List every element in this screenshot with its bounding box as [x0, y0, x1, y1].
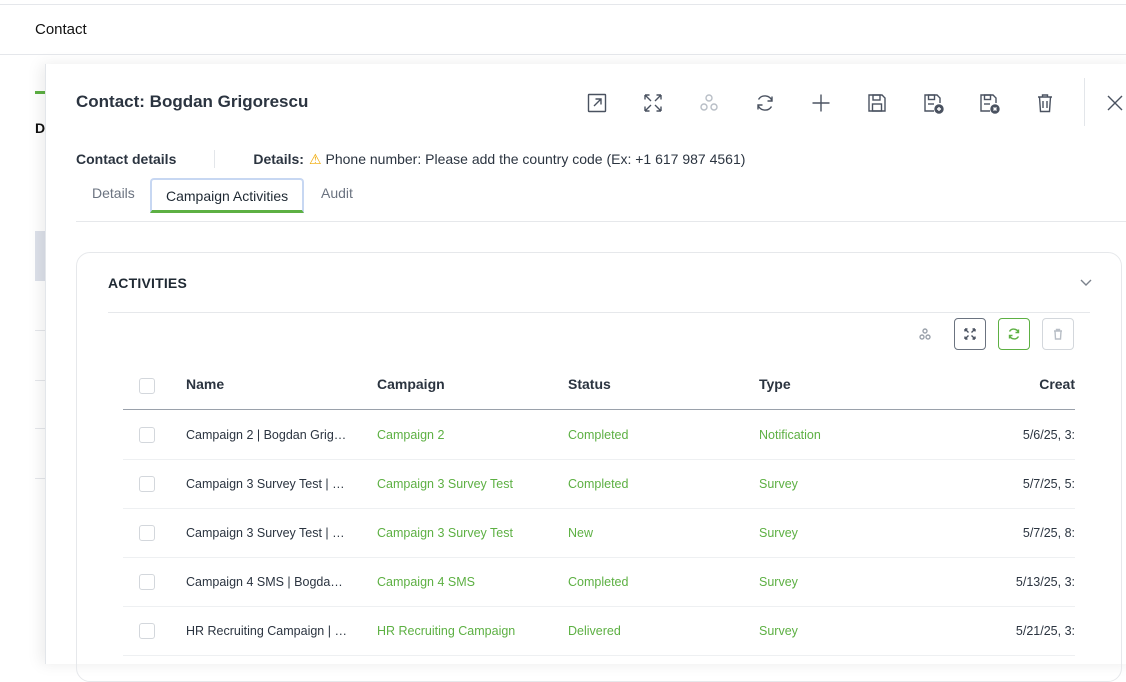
chevron-down-icon [1080, 279, 1092, 286]
collapse-toggle[interactable] [1079, 275, 1093, 289]
row-type-link[interactable]: Survey [759, 526, 798, 540]
row-checkbox[interactable] [139, 476, 155, 492]
delete-icon [1054, 328, 1062, 340]
row-campaign-link[interactable]: Campaign 3 Survey Test [377, 477, 513, 491]
row-campaign-link[interactable]: HR Recruiting Campaign [377, 624, 515, 638]
row-campaign-link[interactable]: Campaign 2 [377, 428, 444, 442]
grid-refresh-button[interactable] [998, 318, 1030, 350]
contact-panel: Contact: Bogdan Grigorescu Contact detai… [45, 64, 1126, 682]
background-heading-fragment: D [35, 120, 46, 136]
tab-bar: Details Campaign Activities Audit [76, 178, 1126, 222]
save-new-icon [924, 94, 944, 114]
column-header-created[interactable]: Creat [1039, 376, 1075, 392]
row-name: HR Recruiting Campaign | … [186, 624, 347, 638]
add-button[interactable] [808, 90, 834, 116]
activities-title: ACTIVITIES [108, 275, 188, 291]
page-title: Contact [35, 21, 87, 38]
delete-button[interactable] [1032, 90, 1058, 116]
column-header-status[interactable]: Status [568, 376, 611, 392]
tab-campaign-activities[interactable]: Campaign Activities [150, 178, 305, 213]
select-all-checkbox[interactable] [139, 378, 155, 394]
row-type-link[interactable]: Survey [759, 575, 798, 589]
row-campaign-link[interactable]: Campaign 4 SMS [377, 575, 475, 589]
hierarchy-icon [919, 328, 931, 340]
save-icon [868, 94, 886, 112]
open-external-icon [587, 93, 607, 113]
row-checkbox[interactable] [139, 525, 155, 541]
details-label: Details: [253, 151, 304, 167]
save-close-button[interactable] [976, 90, 1002, 116]
activities-card: ACTIVITIES Name Campaign Status Type Cre… [76, 252, 1122, 682]
grid-delete-button[interactable] [1042, 318, 1074, 350]
table-row[interactable]: Campaign 4 SMS | Bogda… Campaign 4 SMS C… [123, 558, 1075, 607]
table-row[interactable]: HR Recruiting Campaign | … HR Recruiting… [123, 607, 1075, 656]
refresh-icon [757, 95, 773, 111]
column-header-type[interactable]: Type [759, 376, 791, 392]
open-external-button[interactable] [584, 90, 610, 116]
row-checkbox[interactable] [139, 574, 155, 590]
row-name: Campaign 4 SMS | Bogda… [186, 575, 343, 589]
row-type-link[interactable]: Survey [759, 477, 798, 491]
card-header-divider [108, 312, 1090, 313]
contact-details-label: Contact details [76, 151, 177, 167]
header-divider [0, 54, 1126, 55]
hierarchy-button[interactable] [696, 90, 722, 116]
close-button[interactable] [1102, 90, 1126, 116]
column-header-name[interactable]: Name [186, 376, 224, 392]
row-status-link[interactable]: Delivered [568, 624, 621, 638]
tab-audit[interactable]: Audit [321, 185, 353, 201]
top-divider [0, 4, 1126, 5]
column-header-campaign[interactable]: Campaign [377, 376, 445, 392]
refresh-icon [1008, 328, 1020, 340]
table-row[interactable]: Campaign 3 Survey Test | … Campaign 3 Su… [123, 509, 1075, 558]
save-new-button[interactable] [920, 90, 946, 116]
table-row[interactable]: Campaign 2 | Bogdan Grig… Campaign 2 Com… [123, 411, 1075, 460]
row-name: Campaign 3 Survey Test | … [186, 526, 345, 540]
save-button[interactable] [864, 90, 890, 116]
row-created: 5/21/25, 3: [1015, 624, 1075, 638]
tab-details[interactable]: Details [92, 185, 135, 201]
expand-button[interactable] [640, 90, 666, 116]
row-checkbox[interactable] [139, 623, 155, 639]
hierarchy-icon [700, 94, 718, 111]
row-created: 5/7/25, 8: [1022, 526, 1075, 540]
row-type-link[interactable]: Survey [759, 624, 798, 638]
row-name: Campaign 2 | Bogdan Grig… [186, 428, 347, 442]
details-warning-message: Phone number: Please add the country cod… [325, 151, 746, 167]
row-campaign-link[interactable]: Campaign 3 Survey Test [377, 526, 513, 540]
toolbar-separator [1084, 78, 1085, 126]
details-separator [214, 150, 216, 168]
close-icon [1107, 95, 1123, 111]
row-status-link[interactable]: Completed [568, 575, 628, 589]
row-name: Campaign 3 Survey Test | … [186, 477, 345, 491]
save-close-icon [980, 94, 1000, 114]
grid-expand-button[interactable] [954, 318, 986, 350]
row-status-link[interactable]: Completed [568, 428, 628, 442]
expand-icon [964, 328, 976, 340]
panel-title: Contact: Bogdan Grigorescu [76, 92, 309, 111]
expand-icon [644, 94, 662, 112]
row-type-link[interactable]: Notification [759, 428, 821, 442]
row-created: 5/6/25, 3: [1022, 428, 1075, 442]
add-icon [812, 94, 830, 112]
refresh-button[interactable] [752, 90, 778, 116]
grid-hierarchy-button[interactable] [909, 318, 941, 350]
table-row[interactable]: Campaign 3 Survey Test | … Campaign 3 Su… [123, 460, 1075, 509]
delete-icon [1038, 94, 1052, 113]
row-created: 5/7/25, 5: [1022, 477, 1075, 491]
row-created: 5/13/25, 3: [1015, 575, 1075, 589]
table-header: Name Campaign Status Type Creat [123, 365, 1075, 410]
contact-details-bar: Contact details Details: ⚠ Phone number:… [76, 150, 745, 168]
row-checkbox[interactable] [139, 427, 155, 443]
row-status-link[interactable]: New [568, 526, 593, 540]
row-status-link[interactable]: Completed [568, 477, 628, 491]
warning-icon: ⚠ [308, 150, 322, 167]
